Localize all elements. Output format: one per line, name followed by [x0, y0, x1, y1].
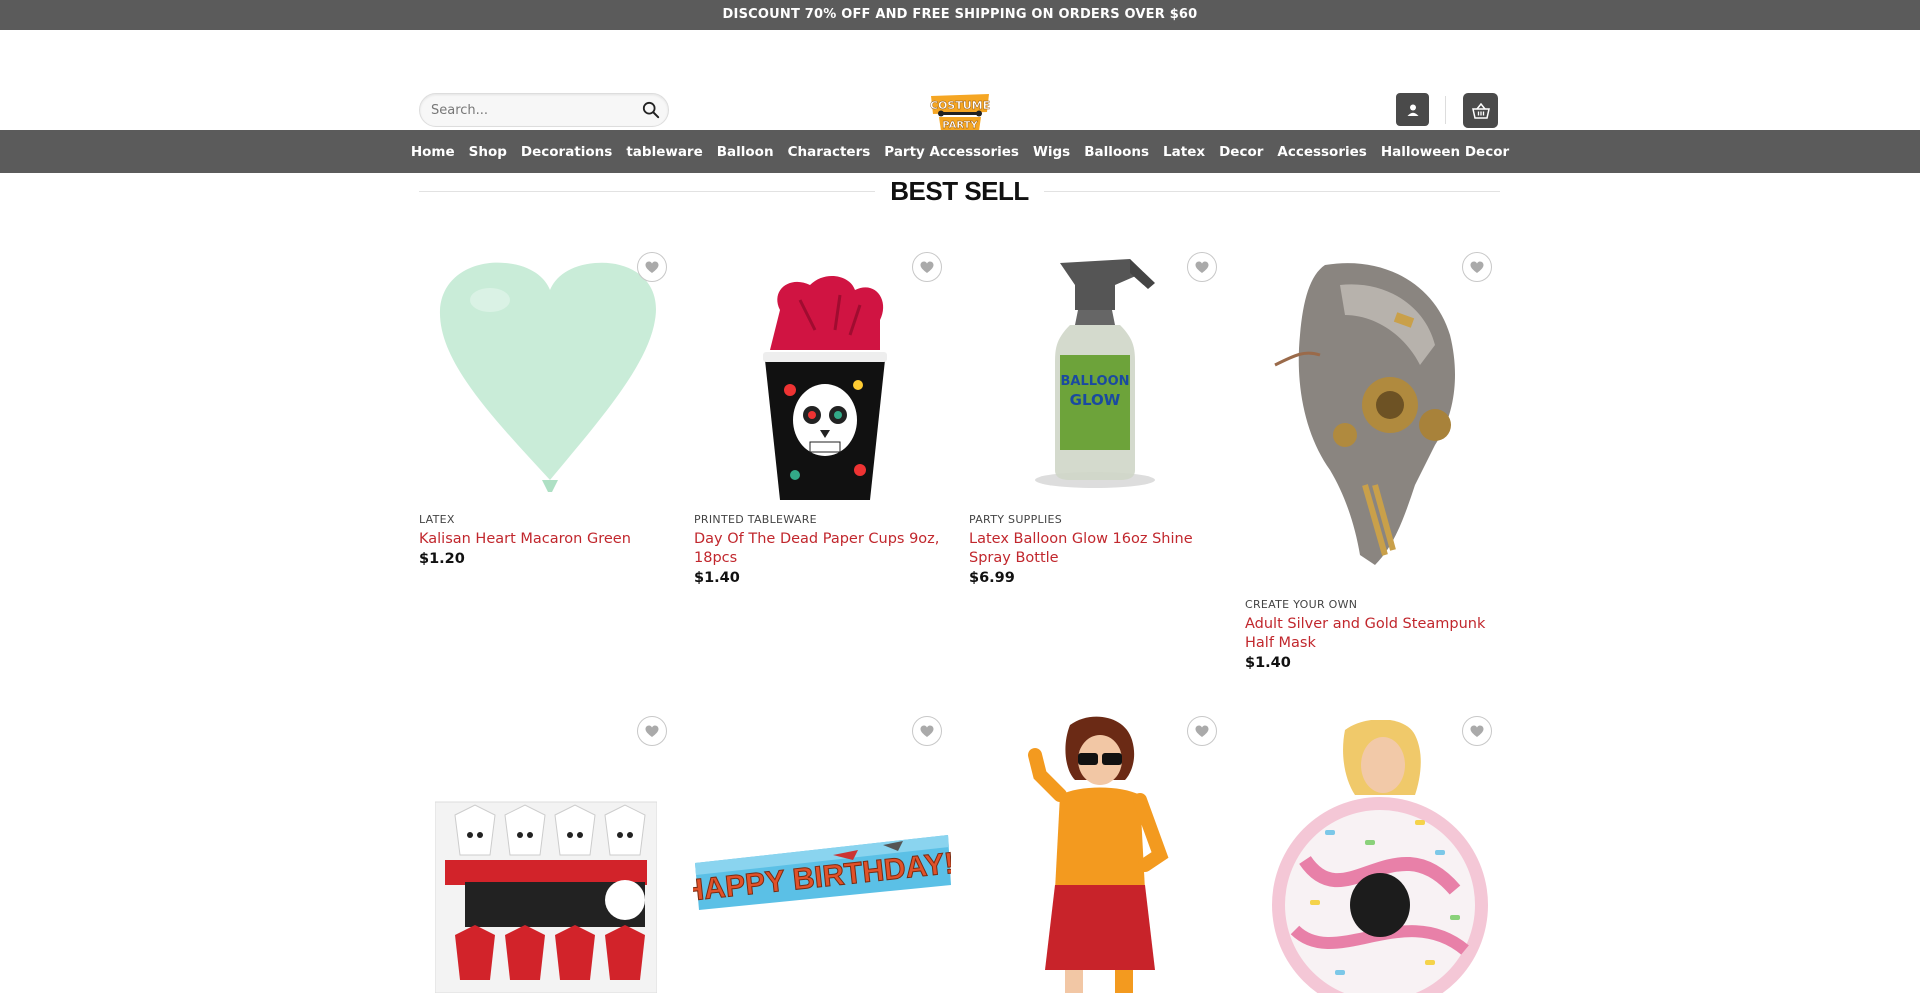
wishlist-button[interactable]	[912, 716, 942, 746]
product-name-link[interactable]: Day Of The Dead Paper Cups 9oz, 18pcs	[694, 530, 959, 568]
nav-tableware[interactable]: tableware	[619, 144, 709, 160]
product-image-light-set[interactable]	[435, 800, 657, 993]
svg-text:COSTUME: COSTUME	[930, 99, 990, 112]
nav-latex[interactable]: Latex	[1156, 144, 1212, 160]
nav-party-accessories[interactable]: Party Accessories	[877, 144, 1026, 160]
product-price: $6.99	[969, 570, 1015, 586]
site-logo[interactable]: COSTUME PARTY	[925, 90, 995, 134]
heading-rule-right	[1043, 190, 1501, 192]
product-image-heart-balloon[interactable]	[430, 255, 670, 495]
main-nav: Home Shop Decorations tableware Balloon …	[0, 130, 1920, 173]
product-image-birthday-banner[interactable]: HAPPY BIRTHDAY!	[693, 825, 951, 910]
svg-text:GLOW: GLOW	[1070, 391, 1121, 409]
nav-balloons[interactable]: Balloons	[1077, 144, 1156, 160]
section-heading: BEST SELL	[419, 174, 1501, 208]
nav-decorations[interactable]: Decorations	[514, 144, 619, 160]
wishlist-button[interactable]	[1187, 252, 1217, 282]
heart-icon	[645, 261, 659, 273]
search-input[interactable]	[420, 94, 620, 126]
nav-decor[interactable]: Decor	[1212, 144, 1270, 160]
cart-button[interactable]	[1463, 93, 1498, 128]
wishlist-button[interactable]	[1462, 716, 1492, 746]
product-card: CREATE YOUR OWN Adult Silver and Gold St…	[1245, 598, 1510, 671]
search-icon[interactable]	[642, 101, 660, 119]
product-category: PARTY SUPPLIES	[969, 513, 1063, 526]
site-header: COSTUME PARTY	[0, 30, 1920, 131]
nav-home[interactable]: Home	[404, 144, 462, 160]
nav-characters[interactable]: Characters	[781, 144, 878, 160]
basket-icon	[1471, 102, 1490, 119]
heart-icon	[645, 725, 659, 737]
product-category: LATEX	[419, 513, 455, 526]
section-title: BEST SELL	[890, 175, 1029, 206]
product-price: $1.40	[1245, 655, 1291, 671]
wishlist-button[interactable]	[912, 252, 942, 282]
product-price: $1.20	[419, 551, 465, 567]
heart-icon	[920, 725, 934, 737]
product-card: PRINTED TABLEWARE Day Of The Dead Paper …	[694, 513, 959, 586]
product-card: PARTY SUPPLIES Latex Balloon Glow 16oz S…	[969, 513, 1234, 586]
product-name-link[interactable]: Adult Silver and Gold Steampunk Half Mas…	[1245, 615, 1510, 653]
heading-rule-left	[419, 190, 876, 192]
product-image-spray-bottle[interactable]: BALLOON GLOW	[1020, 255, 1170, 490]
wishlist-button[interactable]	[1187, 716, 1217, 746]
heart-icon	[920, 261, 934, 273]
header-divider	[1445, 96, 1446, 124]
wishlist-button[interactable]	[637, 252, 667, 282]
product-price: $1.40	[694, 570, 740, 586]
wishlist-button[interactable]	[637, 716, 667, 746]
nav-balloon[interactable]: Balloon	[710, 144, 781, 160]
nav-halloween-decor[interactable]: Halloween Decor	[1374, 144, 1516, 160]
product-category: PRINTED TABLEWARE	[694, 513, 817, 526]
product-card: LATEX Kalisan Heart Macaron Green $1.20	[419, 513, 684, 567]
nav-wigs[interactable]: Wigs	[1026, 144, 1077, 160]
heart-icon	[1195, 261, 1209, 273]
account-button[interactable]	[1396, 93, 1429, 126]
nav-accessories[interactable]: Accessories	[1270, 144, 1373, 160]
promo-bar: DISCOUNT 70% OFF AND FREE SHIPPING ON OR…	[0, 0, 1920, 30]
product-image-velma-costume[interactable]	[1020, 715, 1180, 993]
svg-text:BALLOON: BALLOON	[1060, 374, 1129, 389]
nav-shop[interactable]: Shop	[462, 144, 514, 160]
user-icon	[1407, 104, 1418, 116]
wishlist-button[interactable]	[1462, 252, 1492, 282]
product-image-steampunk-mask[interactable]	[1265, 255, 1475, 575]
heart-icon	[1195, 725, 1209, 737]
product-image-donut-costume[interactable]	[1265, 720, 1505, 993]
product-name-link[interactable]: Kalisan Heart Macaron Green	[419, 530, 684, 549]
product-name-link[interactable]: Latex Balloon Glow 16oz Shine Spray Bott…	[969, 530, 1234, 568]
product-image-paper-cup[interactable]	[740, 270, 910, 505]
product-category: CREATE YOUR OWN	[1245, 598, 1358, 611]
search-box	[419, 93, 669, 127]
heart-icon	[1470, 261, 1484, 273]
heart-icon	[1470, 725, 1484, 737]
